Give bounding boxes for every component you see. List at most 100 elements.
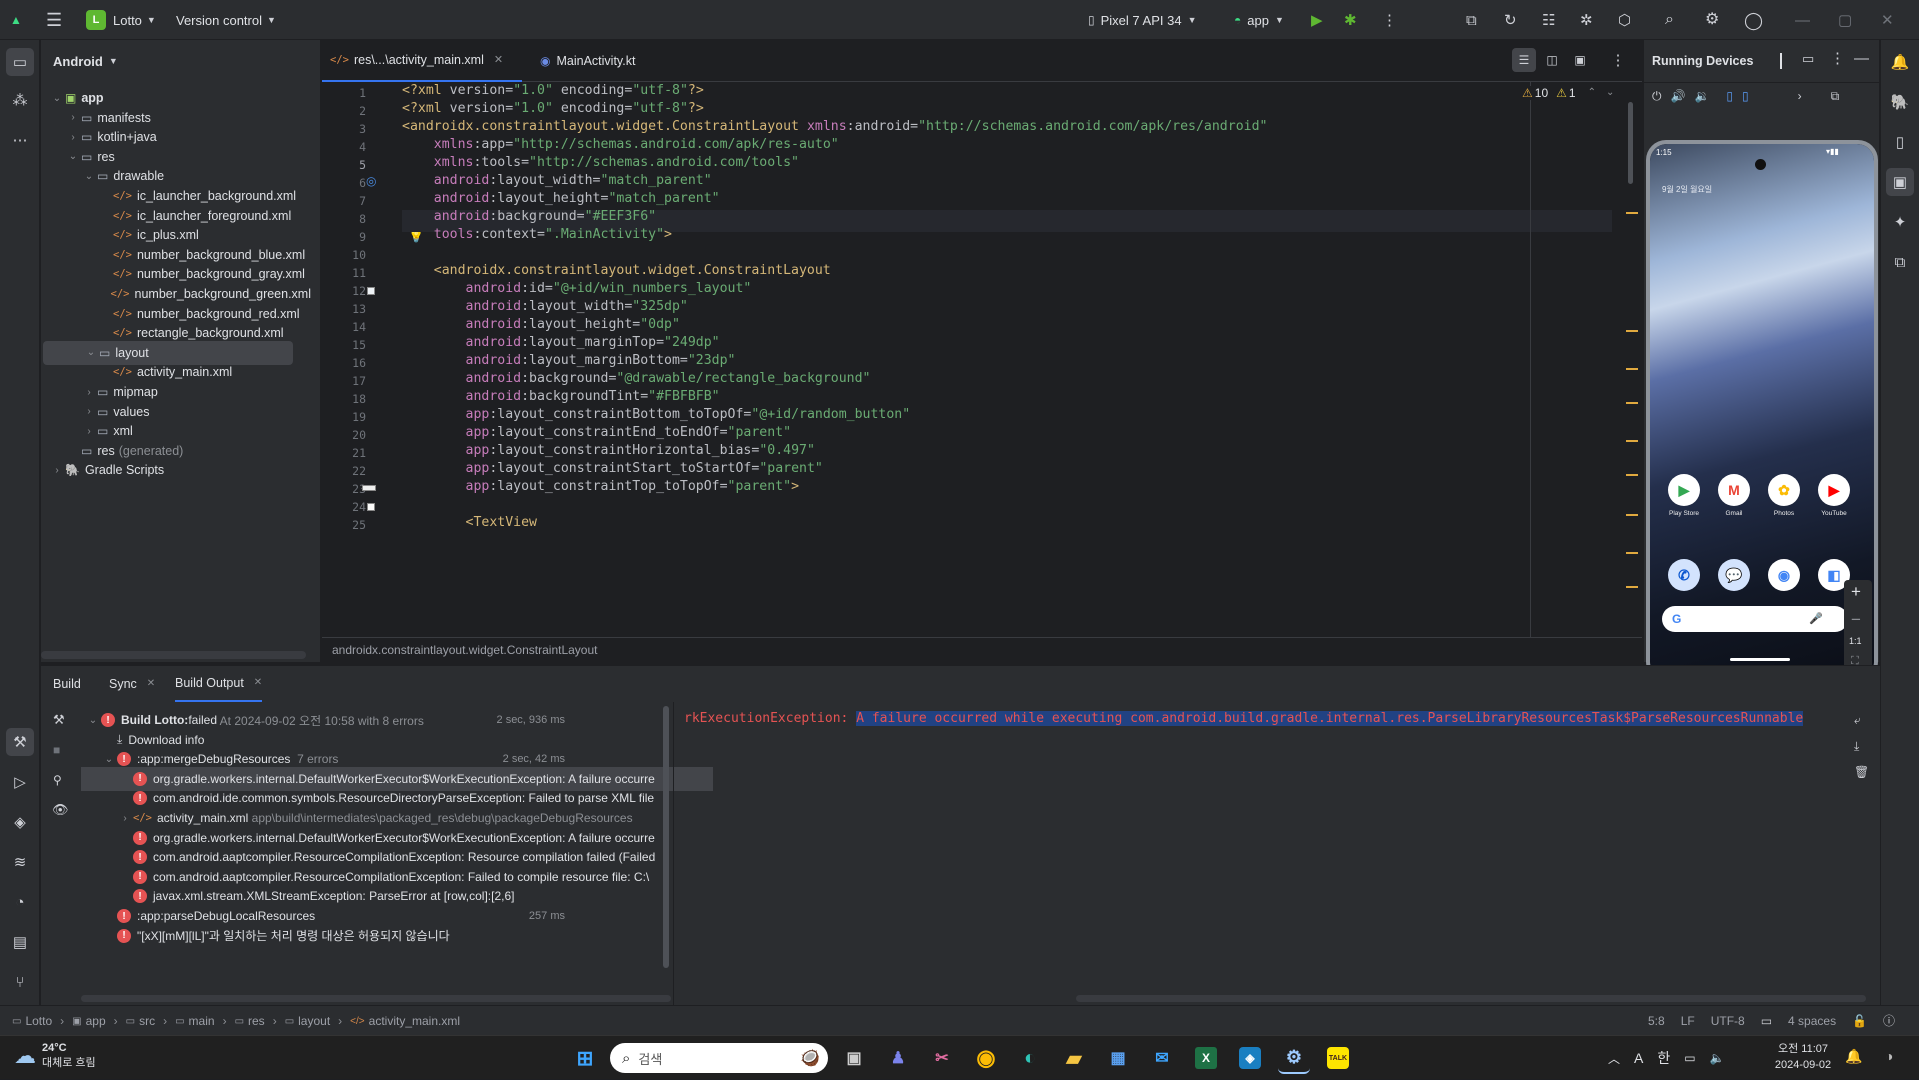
layout-toggle-button[interactable]: ▭ [1802,51,1814,66]
chevron-right-icon[interactable]: › [65,112,81,123]
build-restart-button[interactable]: ⚒ [53,712,65,727]
resource-manager-button[interactable]: ⁂ [6,86,34,114]
chevron-up-icon[interactable]: ⌃ [1588,88,1596,98]
inspection-widget[interactable]: ⚠ 10 ⚠ 1 ⌃ ⌄ [1522,86,1615,100]
notification-center-button[interactable]: 🔔 [1845,1048,1862,1065]
build-filter-button[interactable]: 👁 [52,802,69,817]
device-selector[interactable]: ▯ Pixel 7 API 34 ▼ [1088,0,1196,40]
project-tool-button[interactable]: ▭ [6,48,34,76]
debug-button[interactable]: ✱ [1344,0,1357,40]
zoom-in-button[interactable]: + [1851,582,1861,602]
build-tool-button[interactable]: ⚒ [6,728,34,756]
chevron-down-icon[interactable]: ⌄ [101,754,117,765]
code-view-button[interactable]: ☰ [1512,48,1536,72]
warning-stripe-mark[interactable] [1626,586,1638,588]
search-everywhere-button[interactable]: ⌕ [1665,0,1674,40]
drawable-preview-icon[interactable] [362,485,376,491]
unlock-icon[interactable]: 🔓 [1852,1015,1867,1027]
run-button[interactable]: ▶ [1311,0,1323,40]
code-line[interactable]: <TextView [402,512,537,534]
gesture-nav-bar[interactable] [1730,658,1790,661]
chevron-right-icon[interactable]: › [81,426,97,437]
kakaotalk-button[interactable]: TALK [1322,1042,1354,1074]
version-control-button[interactable]: ⑂ [6,968,34,996]
devices-options-button[interactable]: ⋮ [1830,51,1845,66]
excel-button[interactable]: X [1190,1042,1222,1074]
chevron-down-icon[interactable]: ⌄ [81,171,97,182]
chevron-down-icon[interactable]: ⌄ [85,715,101,726]
chevron-right-icon[interactable]: › [49,465,65,476]
main-menu-button[interactable]: ☰ [46,0,62,40]
path-segment[interactable]: ▣ app › [72,1014,117,1028]
minimize-button[interactable]: — [1795,0,1810,40]
phone-screen[interactable]: 1:15 ▾▮▮ 9월 2일 월요일 ▶ Play Store M Gmail ✿ Pho… [1650,144,1874,678]
app-quality-button[interactable]: ◈ [6,808,34,836]
code-line[interactable]: app:layout_constraintTop_toTopOf="parent… [402,476,800,498]
close-window-button[interactable]: ✕ [1881,0,1894,40]
caret-position[interactable]: 5:8 [1648,1014,1665,1028]
build-console-output[interactable]: rkExecutionException: A failure occurred… [684,708,1869,730]
breadcrumb-item[interactable]: androidx.constraintlayout.widget.Constra… [332,643,598,657]
hide-panel-button[interactable]: — [1854,51,1869,66]
path-segment[interactable]: ▭ layout › [285,1014,342,1028]
warning-stripe-mark[interactable] [1626,474,1638,476]
terminal-button[interactable]: ▤ [6,928,34,956]
edge-button[interactable]: ◐ [1014,1042,1046,1074]
breadcrumb[interactable]: androidx.constraintlayout.widget.Constra… [322,637,1642,662]
apply-changes-button[interactable]: ↻ [1504,0,1517,40]
console-hscrollbar[interactable] [1076,995,1866,1002]
mail-button[interactable]: ✉ [1146,1042,1178,1074]
running-devices-tool-button[interactable]: ▣ [1886,168,1914,196]
build-stop-button[interactable]: ■ [53,742,60,757]
close-icon[interactable]: ✕ [254,678,262,688]
warning-stripe-mark[interactable] [1626,330,1638,332]
chevron-right-icon[interactable]: › [81,387,97,398]
notifications-button[interactable]: 🔔 [1886,48,1914,76]
split-view-button[interactable]: ◫ [1540,48,1564,72]
app-icon[interactable]: ▶ [1818,474,1850,506]
sdk-manager-button[interactable]: ⬡ [1618,0,1631,40]
weather-widget[interactable]: ☁ 24°C 대체로 흐림 [14,1042,96,1070]
close-icon[interactable]: ✕ [147,679,155,689]
chrome-button[interactable]: ◉ [970,1042,1002,1074]
tab-activity-main-xml[interactable]: </> res\...\activity_main.xml ✕ [322,40,522,82]
account-button[interactable]: ◯ [1744,0,1763,40]
app-inspection-button[interactable]: ◔ [6,888,34,916]
soft-wrap-button[interactable]: ⤶ [1854,712,1861,727]
tree-item[interactable]: › 🐘 Gradle Scripts [41,458,311,482]
build-tree-hscrollbar[interactable] [81,995,671,1002]
google-search-bar[interactable]: G 🎤 [1662,606,1848,632]
line-separator[interactable]: LF [1681,1014,1695,1028]
dock-app-icon[interactable]: ◉ [1768,559,1800,591]
volume-icon[interactable]: 🔈 [1710,1051,1725,1065]
chevron-down-icon[interactable]: ⌄ [65,151,81,162]
settings-button[interactable]: ⚙ [1705,0,1719,40]
build-tree-item[interactable]: ! "[xX][mM][lL]"과 일치하는 처리 명령 대상은 허용되지 않습니… [81,924,713,948]
device-manager-button[interactable]: ⧉ [1466,0,1477,40]
tab-build-output[interactable]: Build Output ✕ [175,666,263,702]
copilot-button[interactable]: ◑ [1885,1048,1893,1064]
device-file-explorer-button[interactable]: ▯ [1886,128,1914,156]
date-widget[interactable]: 9월 2일 월요일 [1662,184,1712,195]
warning-stripe-mark[interactable] [1626,402,1638,404]
code-content[interactable]: <?xml version="1.0" encoding="utf-8"?> <?… [402,82,1612,637]
chevron-right-icon[interactable]: › [81,406,97,417]
volume-down-icon[interactable]: 🔉 [1694,90,1709,102]
rotate-left-icon[interactable]: ▯ [1726,90,1733,102]
file-explorer-button[interactable]: ▰ [1058,1042,1090,1074]
chevron-down-icon[interactable]: ⌄ [49,93,65,104]
more-actions-button[interactable]: ⋮ [1382,0,1397,40]
path-segment[interactable]: ▭ src › [126,1014,167,1028]
start-button[interactable]: ⊞ [569,1042,601,1074]
run-tool-button[interactable]: ▷ [6,768,34,796]
design-view-button[interactable]: ▣ [1568,48,1592,72]
chevron-right-icon[interactable]: › [65,132,81,143]
path-segment[interactable]: ▭ res › [235,1014,277,1028]
project-switcher[interactable]: L Lotto ▼ [86,0,156,40]
app-icon[interactable]: M [1718,474,1750,506]
clear-console-button[interactable]: 🗑 [1854,764,1869,779]
teams-button[interactable]: ♟ [882,1042,914,1074]
file-encoding[interactable]: UTF-8 [1711,1014,1745,1028]
tab-build[interactable]: Build [53,666,81,702]
build-tree-scrollbar[interactable] [663,706,669,968]
